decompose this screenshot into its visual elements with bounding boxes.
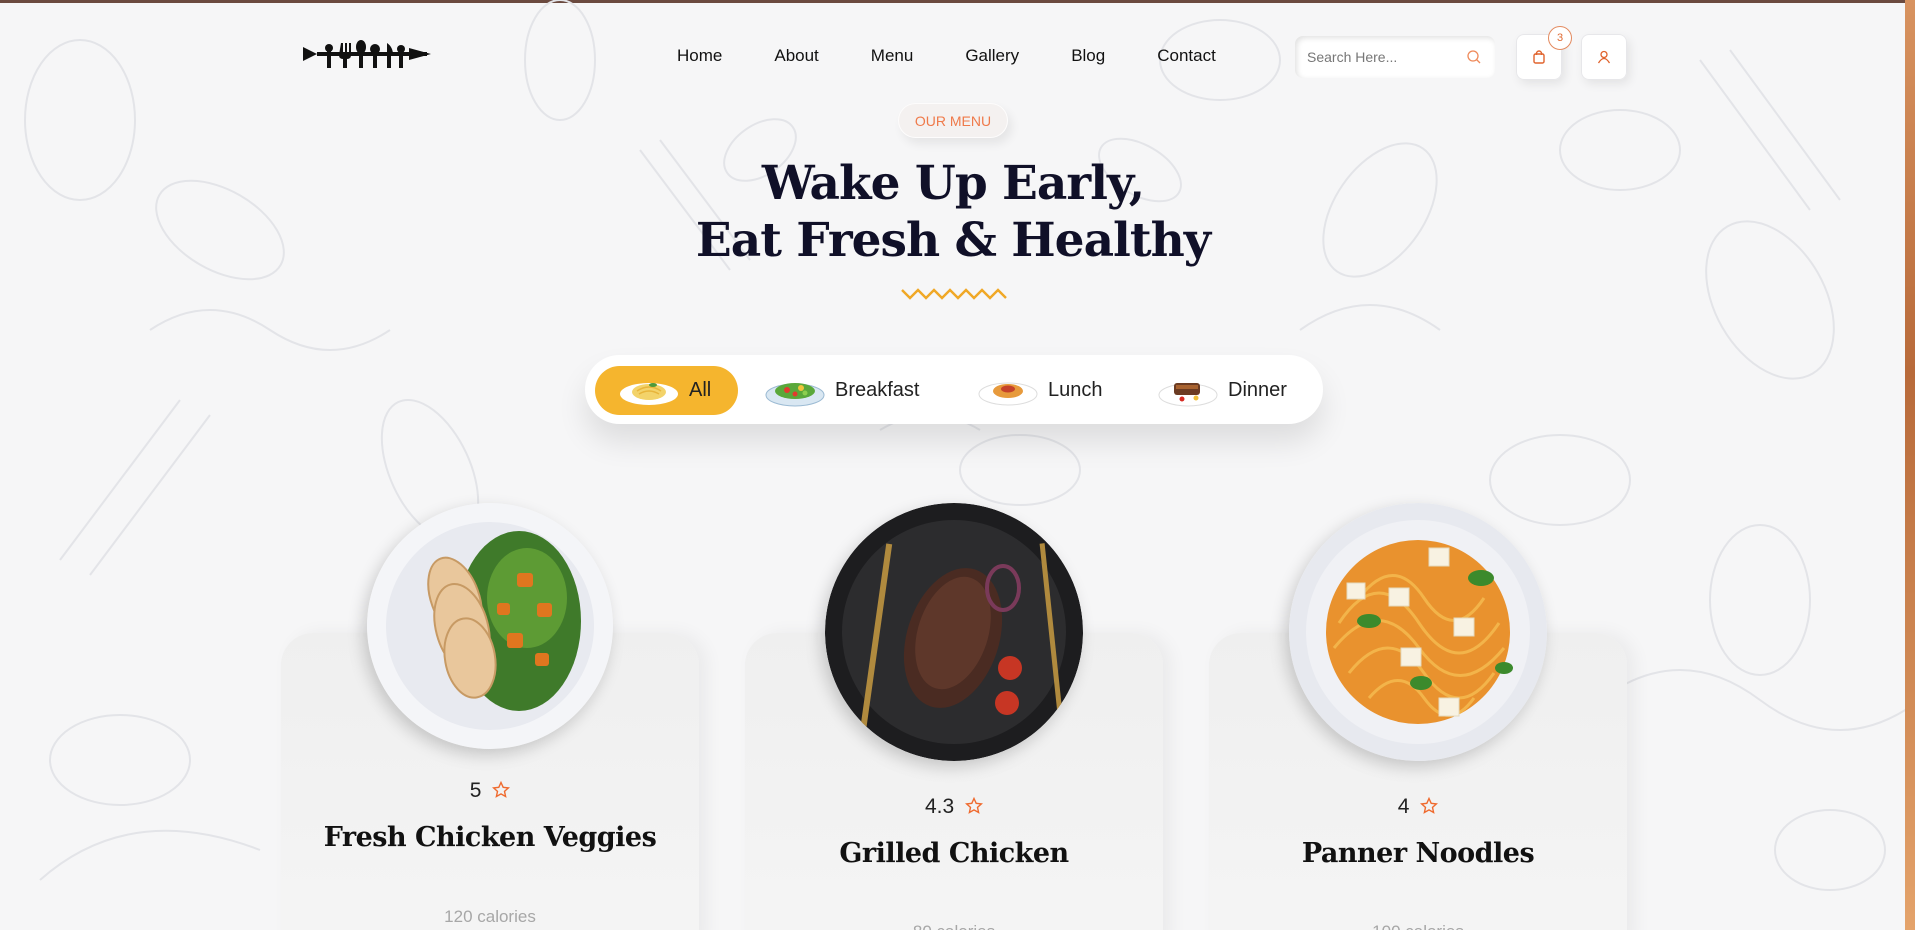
- dish-name: Panner Noodles: [1301, 838, 1535, 869]
- zigzag-divider: [901, 288, 1007, 300]
- tab-dinner[interactable]: Dinner: [1158, 366, 1287, 415]
- tab-all-label: All: [689, 379, 712, 401]
- nav-contact[interactable]: Contact: [1157, 46, 1216, 66]
- dish-calories: 120 calories: [444, 907, 536, 926]
- nav-gallery[interactable]: Gallery: [965, 46, 1019, 66]
- star-icon: [1420, 797, 1439, 814]
- nav-blog[interactable]: Blog: [1071, 46, 1105, 66]
- dish-name: Grilled Chicken: [839, 838, 1069, 869]
- rating-value: 4: [1397, 795, 1410, 818]
- star-icon: [492, 781, 511, 798]
- cart-count-badge: 3: [1548, 26, 1572, 50]
- tab-breakfast[interactable]: Breakfast: [765, 366, 919, 415]
- tab-breakfast-label: Breakfast: [835, 379, 920, 401]
- search-icon[interactable]: [1465, 48, 1483, 66]
- dish-image-grilled-chicken: [825, 503, 1083, 761]
- nav-home[interactable]: Home: [677, 46, 722, 66]
- dish-calories: 100 calories: [1209, 922, 1627, 930]
- dish-name: Fresh Chicken Veggies: [323, 822, 657, 853]
- pasta-dish-icon: [620, 382, 678, 405]
- dish-image-panner-noodles: [1289, 503, 1547, 761]
- site-header: Home About Menu Gallery Blog Contact 3: [0, 3, 1905, 107]
- logo[interactable]: [303, 39, 431, 69]
- category-tabs: All Breakfast Lunch Dinner: [585, 355, 1323, 424]
- rating-value: 5: [469, 779, 482, 802]
- title-line-1: Wake Up Early,: [761, 156, 1145, 211]
- dish-rating: 4.3: [745, 795, 1163, 819]
- nav-menu[interactable]: Menu: [871, 46, 914, 66]
- dish-image-chicken-veggies: [367, 503, 613, 749]
- shopping-bag-icon: [1533, 50, 1545, 64]
- tab-lunch[interactable]: Lunch: [978, 366, 1103, 415]
- page-title: Wake Up Early, Eat Fresh & Healthy: [600, 155, 1306, 269]
- spaghetti-dish-icon: [978, 382, 1038, 405]
- section-eyebrow: OUR MENU: [898, 103, 1008, 138]
- dish-rating: 5: [281, 779, 699, 803]
- search-input[interactable]: [1307, 49, 1457, 65]
- tab-all[interactable]: All: [595, 366, 738, 415]
- steak-dish-icon: [1158, 382, 1218, 406]
- dish-calories: 80 calories: [745, 922, 1163, 930]
- rating-value: 4.3: [924, 795, 955, 818]
- scrollbar[interactable]: [1905, 0, 1915, 930]
- star-icon: [965, 797, 984, 814]
- nav-about[interactable]: About: [774, 46, 818, 66]
- salad-dish-icon: [765, 382, 825, 406]
- user-icon: [1597, 50, 1611, 64]
- account-button[interactable]: [1581, 34, 1627, 80]
- search-box: [1295, 36, 1495, 78]
- main-nav: Home About Menu Gallery Blog Contact: [677, 46, 1216, 66]
- dish-rating: 4: [1209, 795, 1627, 819]
- title-line-2: Eat Fresh & Healthy: [695, 213, 1211, 268]
- tab-dinner-label: Dinner: [1228, 379, 1287, 401]
- tab-lunch-label: Lunch: [1048, 379, 1103, 401]
